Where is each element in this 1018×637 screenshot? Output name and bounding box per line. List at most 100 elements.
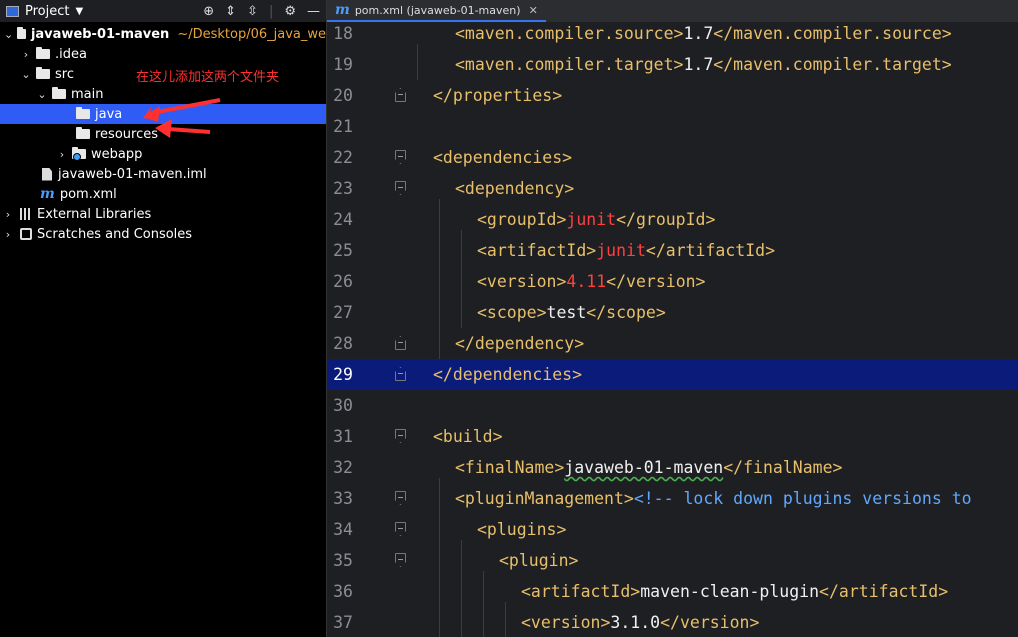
code-text: <finalName>javaweb-01-maven</finalName> [455, 452, 842, 483]
scratches-icon [20, 228, 32, 240]
editor-panel: m pom.xml (javaweb-01-maven) ✕ 18 <maven.… [326, 0, 1018, 637]
code-text: <pluginManagement><!-- lock down plugins… [455, 483, 972, 514]
xml-tag: <version> [521, 613, 611, 632]
indent-guide [505, 602, 506, 637]
fold-marker-icon[interactable] [395, 553, 406, 567]
line-number: 27 [333, 303, 353, 322]
maven-icon: m [40, 186, 55, 202]
code-line[interactable]: 20 </properties> [327, 80, 1018, 111]
xml-tag: </dependencies> [433, 365, 583, 384]
fold-marker-icon[interactable] [395, 491, 406, 505]
xml-tag: </artifactId> [819, 582, 949, 601]
xml-tag: <pluginManagement> [455, 489, 634, 508]
tree-item-label: Scratches and Consoles [37, 226, 193, 242]
xml-tag: </artifactId> [645, 241, 776, 260]
code-line[interactable]: 32 <finalName>javaweb-01-maven</finalName… [327, 452, 1018, 483]
chevron-right-icon[interactable]: › [2, 208, 14, 221]
line-number: 33 [333, 489, 353, 508]
xml-tag: <dependency> [455, 179, 575, 198]
code-text: <version>4.11</version> [477, 266, 706, 297]
xml-value: javaweb-01-maven [564, 458, 724, 477]
indent-guide [483, 571, 484, 637]
maven-icon: m [335, 2, 350, 18]
xml-tag: <maven.compiler.source> [455, 24, 684, 43]
code-line[interactable]: 18 <maven.compiler.source>1.7</maven.comp… [327, 18, 1018, 49]
fold-marker-icon[interactable] [395, 336, 406, 350]
code-text: <maven.compiler.target>1.7</maven.compil… [455, 49, 952, 80]
xml-tag: </groupId> [616, 210, 716, 229]
tab-label: pom.xml (javaweb-01-maven) [354, 3, 521, 17]
xml-tag: </maven.compiler.source> [713, 24, 952, 43]
xml-tag: <plugins> [477, 520, 567, 539]
code-line[interactable]: 36 <artifactId>maven-clean-plugin</artifa… [327, 576, 1018, 607]
code-line[interactable]: 21 [327, 111, 1018, 142]
module-file-icon [42, 167, 52, 181]
indent-guide [439, 199, 440, 359]
xml-tag: <dependencies> [433, 148, 573, 167]
libraries-icon [20, 208, 32, 220]
code-line[interactable]: 26 <version>4.11</version> [327, 266, 1018, 297]
line-number: 31 [333, 427, 353, 446]
code-line[interactable]: 37 <version>3.1.0</version> [327, 607, 1018, 637]
xml-tag: <build> [433, 427, 503, 446]
xml-tag: <artifactId> [521, 582, 641, 601]
xml-value: 1.7 [683, 24, 714, 43]
code-text: <build> [433, 421, 503, 452]
code-line[interactable]: 24 <groupId>junit</groupId> [327, 204, 1018, 235]
code-line[interactable]: 35 <plugin> [327, 545, 1018, 576]
xml-value: test [546, 303, 587, 322]
line-number: 24 [333, 210, 353, 229]
xml-tag: </dependency> [455, 334, 585, 353]
fold-marker-icon[interactable] [395, 367, 406, 381]
code-line[interactable]: 29 </dependencies> [327, 359, 1018, 390]
close-icon[interactable]: ✕ [529, 4, 538, 17]
code-line[interactable]: 33 <pluginManagement><!-- lock down plugi… [327, 483, 1018, 514]
code-line[interactable]: 30 [327, 390, 1018, 421]
code-line[interactable]: 27 <scope>test</scope> [327, 297, 1018, 328]
code-text: <groupId>junit</groupId> [477, 204, 715, 235]
line-number: 21 [333, 117, 353, 136]
code-text: <plugin> [499, 545, 578, 576]
line-number: 29 [333, 365, 353, 384]
line-number: 18 [333, 24, 353, 43]
arrow-head [143, 106, 160, 122]
tree-item-scratches[interactable]: › Scratches and Consoles [0, 224, 326, 244]
code-line[interactable]: 22 <dependencies> [327, 142, 1018, 173]
code-text: <plugins> [477, 514, 566, 545]
code-line[interactable]: 34 <plugins> [327, 514, 1018, 545]
xml-value: 4.11 [566, 272, 607, 291]
code-line[interactable]: 19 <maven.compiler.target>1.7</maven.comp… [327, 49, 1018, 80]
xml-value: junit [596, 241, 646, 260]
line-number: 28 [333, 334, 353, 353]
indent-guide [461, 540, 462, 637]
fold-marker-icon[interactable] [395, 88, 406, 102]
tree-item-pom[interactable]: m pom.xml [0, 184, 326, 204]
indent-guide [417, 44, 418, 80]
tree-item-iml[interactable]: javaweb-01-maven.iml [0, 164, 326, 184]
fold-marker-icon[interactable] [395, 150, 406, 164]
code-text: </properties> [433, 80, 562, 111]
line-number: 20 [333, 86, 353, 105]
code-line[interactable]: 25 <artifactId>junit</artifactId> [327, 235, 1018, 266]
tree-item-label: pom.xml [59, 186, 117, 202]
chevron-right-icon[interactable]: › [2, 228, 14, 241]
fold-marker-icon[interactable] [395, 181, 406, 195]
code-line[interactable]: 23 <dependency> [327, 173, 1018, 204]
line-number: 22 [333, 148, 353, 167]
tree-item-label: javaweb-01-maven.iml [58, 166, 207, 182]
line-number: 19 [333, 55, 353, 74]
line-number: 37 [333, 613, 353, 632]
xml-tag: </properties> [433, 86, 563, 105]
xml-tag: <plugin> [499, 551, 579, 570]
code-line[interactable]: 31 <build> [327, 421, 1018, 452]
code-text: </dependencies> [433, 359, 582, 390]
tree-item-external-libraries[interactable]: › External Libraries [0, 204, 326, 224]
indent-guide [461, 230, 462, 328]
fold-marker-icon[interactable] [395, 522, 406, 536]
code-line[interactable]: 28 </dependency> [327, 328, 1018, 359]
tree-item-label: External Libraries [37, 206, 152, 222]
xml-tag: <finalName> [455, 458, 565, 477]
xml-tag: <maven.compiler.target> [455, 55, 684, 74]
code-text: <version>3.1.0</version> [521, 607, 759, 637]
fold-marker-icon[interactable] [395, 429, 406, 443]
